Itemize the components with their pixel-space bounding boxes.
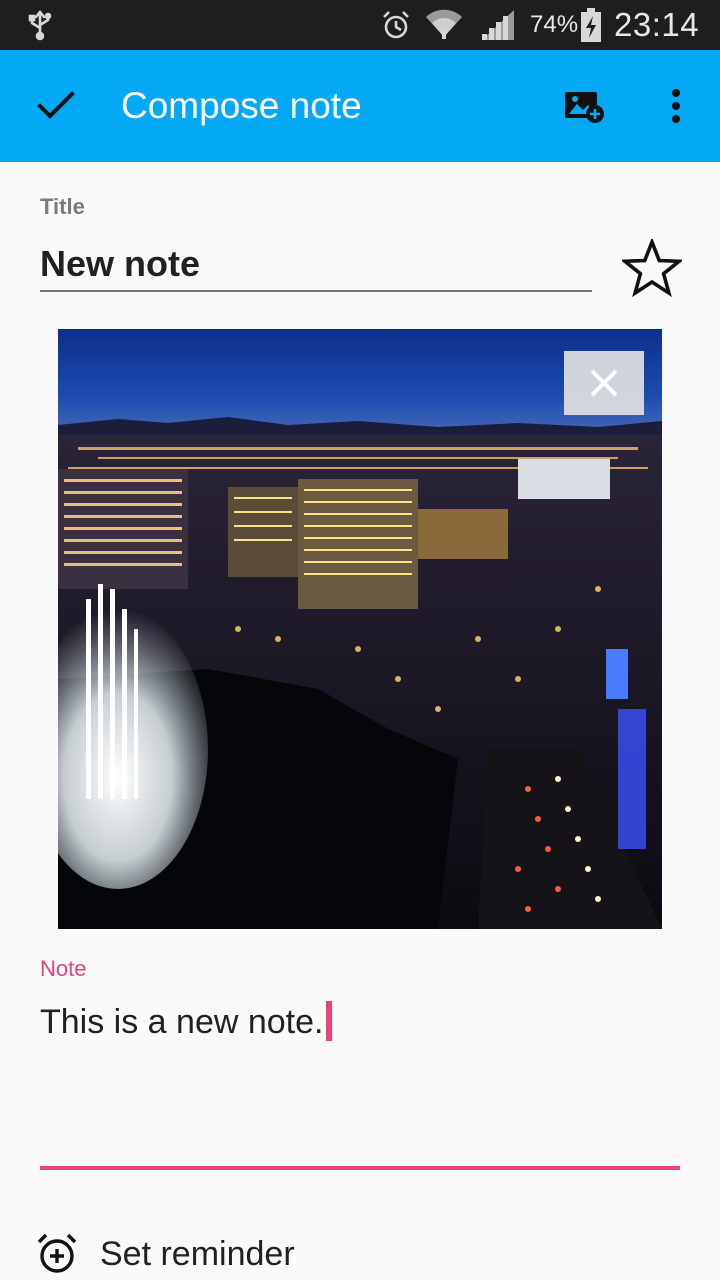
title-input[interactable] xyxy=(40,238,592,292)
more-vert-icon[interactable] xyxy=(652,80,700,132)
attached-photo[interactable] xyxy=(58,329,662,929)
battery-charging-icon xyxy=(580,0,602,50)
reminder-label: Set reminder xyxy=(100,1234,295,1273)
battery-percent: 74% xyxy=(530,11,579,38)
text-caret xyxy=(326,1001,333,1041)
note-input[interactable]: This is a new note. xyxy=(40,1000,333,1044)
note-underline xyxy=(40,1166,680,1170)
note-text: This is a new note. xyxy=(40,1003,324,1041)
clock-time: 23:14 xyxy=(614,6,700,43)
check-icon[interactable] xyxy=(30,80,82,132)
alarm-add-icon xyxy=(34,1231,80,1277)
title-label: Title xyxy=(40,194,85,219)
wifi-icon xyxy=(424,0,464,50)
signal-icon xyxy=(480,0,516,50)
star-outline-icon[interactable] xyxy=(620,236,684,300)
close-icon[interactable] xyxy=(564,351,644,415)
note-label: Note xyxy=(40,956,87,981)
app-toolbar: Compose note xyxy=(0,50,720,162)
set-reminder-button[interactable]: Set reminder xyxy=(34,1224,434,1280)
alarm-icon xyxy=(380,0,412,50)
usb-icon xyxy=(26,0,54,50)
status-bar: 74% 23:14 xyxy=(0,0,720,50)
toolbar-title: Compose note xyxy=(121,85,362,126)
add-image-icon[interactable] xyxy=(558,80,610,132)
